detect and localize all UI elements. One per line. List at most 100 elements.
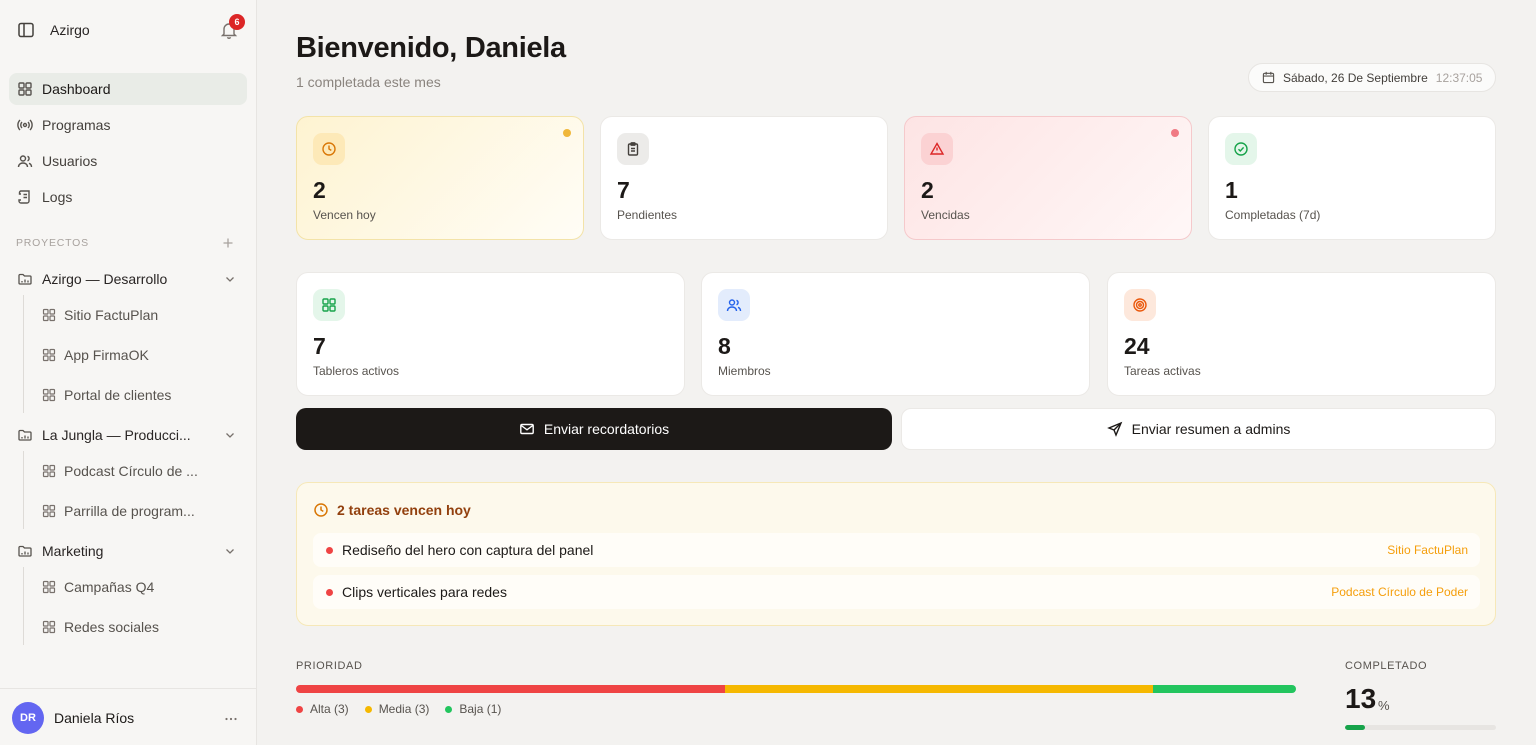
metric-value: 8	[718, 333, 731, 359]
project-item[interactable]: App FirmaOK	[42, 343, 212, 367]
metric-label: Tableros activos	[313, 364, 400, 378]
priority-segment-baja	[1153, 685, 1296, 693]
sidebar-item-logs[interactable]: Logs	[9, 181, 247, 213]
calendar-icon	[1262, 71, 1275, 84]
sidebar-item-label: Programas	[42, 117, 111, 133]
due-today-heading: 2 tareas vencen hoy	[313, 502, 471, 518]
project-group-azirgo[interactable]: Azirgo — Desarrollo	[9, 263, 247, 295]
grid-icon	[17, 81, 33, 97]
stat-label: Vencidas	[921, 208, 970, 222]
date-display: Sábado, 26 De Septiembre 12:37:05	[1248, 63, 1496, 92]
stat-value: 2	[921, 177, 934, 203]
board-icon	[42, 308, 56, 322]
legend-item-alta: Alta (3)	[296, 702, 349, 716]
metric-value: 24	[1124, 333, 1150, 359]
chevron-down-icon[interactable]	[223, 544, 237, 558]
task-project[interactable]: Podcast Círculo de Poder	[1331, 585, 1468, 599]
sidebar-item-programas[interactable]: Programas	[9, 109, 247, 141]
alert-triangle-icon	[921, 133, 953, 165]
project-item[interactable]: Campañas Q4	[42, 575, 212, 599]
sidebar-header: Azirgo 6	[0, 0, 256, 60]
metric-card-members[interactable]: 8 Miembros	[701, 272, 1090, 396]
user-footer[interactable]: DR Daniela Ríos	[0, 688, 256, 745]
priority-bar	[296, 685, 1296, 693]
chevron-down-icon[interactable]	[223, 272, 237, 286]
stat-card-pending[interactable]: 7 Pendientes	[600, 116, 888, 240]
projects-section-label: PROYECTOS	[16, 237, 89, 249]
stat-card-overdue[interactable]: 2 Vencidas	[904, 116, 1192, 240]
project-item-label: Podcast Círculo de ...	[64, 463, 198, 479]
sidebar-item-dashboard[interactable]: Dashboard	[9, 73, 247, 105]
board-icon	[42, 388, 56, 402]
send-reminders-label: Enviar recordatorios	[543, 421, 670, 437]
project-item-label: Portal de clientes	[64, 387, 172, 403]
priority-segment-media	[724, 685, 1154, 693]
task-title: Clips verticales para redes	[342, 584, 507, 600]
project-group-name: Marketing	[42, 543, 104, 559]
project-item[interactable]: Parrilla de program...	[42, 499, 212, 523]
legend-item-media: Media (3)	[364, 702, 430, 716]
due-today-panel: 2 tareas vencen hoy Rediseño del hero co…	[296, 482, 1496, 626]
clock-icon	[313, 133, 345, 165]
sidebar-toggle-icon[interactable]	[16, 20, 36, 40]
metric-label: Tareas activas	[1124, 364, 1201, 378]
board-icon	[42, 620, 56, 634]
task-row[interactable]: Clips verticales para redes Podcast Círc…	[313, 575, 1480, 609]
project-item-label: App FirmaOK	[64, 347, 149, 363]
clock-icon	[313, 502, 329, 518]
page-title: Bienvenido, Daniela	[296, 32, 566, 64]
users-icon	[718, 289, 750, 321]
send-icon	[1106, 421, 1123, 437]
chevron-down-icon[interactable]	[223, 428, 237, 442]
stat-label: Pendientes	[617, 208, 678, 222]
project-item-label: Parrilla de program...	[64, 503, 195, 519]
page-subtitle: 1 completada este mes	[296, 74, 441, 90]
stat-label: Completadas (7d)	[1225, 208, 1321, 222]
metric-card-boards[interactable]: 7 Tableros activos	[296, 272, 685, 396]
stat-value: 2	[313, 177, 326, 203]
priority-label: PRIORIDAD	[296, 660, 363, 672]
stat-value: 1	[1225, 177, 1238, 203]
task-title: Rediseño del hero con captura del panel	[342, 542, 594, 558]
board-icon	[42, 504, 56, 518]
project-item-label: Sitio FactuPlan	[64, 307, 159, 323]
stat-card-due-today[interactable]: 2 Vencen hoy	[296, 116, 584, 240]
project-item[interactable]: Portal de clientes	[42, 383, 212, 407]
send-summary-button[interactable]: Enviar resumen a admins	[901, 408, 1496, 450]
mail-icon	[519, 421, 535, 437]
status-dot	[563, 129, 571, 137]
project-group-marketing[interactable]: Marketing	[9, 535, 247, 567]
brand-name: Azirgo	[50, 22, 90, 38]
plus-icon[interactable]	[221, 236, 235, 250]
completed-progress-fill	[1345, 725, 1365, 730]
avatar[interactable]: DR	[12, 702, 44, 734]
current-time: 12:37:05	[1435, 70, 1483, 85]
more-icon[interactable]	[223, 711, 239, 727]
notification-badge[interactable]: 6	[229, 14, 245, 30]
metric-card-tasks[interactable]: 24 Tareas activas	[1107, 272, 1496, 396]
status-dot	[1171, 129, 1179, 137]
stat-value: 7	[617, 177, 630, 203]
project-group-name: Azirgo — Desarrollo	[42, 271, 168, 287]
send-reminders-button[interactable]: Enviar recordatorios	[296, 408, 892, 450]
completed-progress-track	[1345, 725, 1496, 730]
project-group-la-jungla[interactable]: La Jungla — Producci...	[9, 419, 247, 451]
project-item[interactable]: Redes sociales	[42, 615, 212, 639]
scroll-icon	[17, 189, 33, 205]
tree-line	[23, 295, 24, 413]
task-row[interactable]: Rediseño del hero con captura del panel …	[313, 533, 1480, 567]
project-item[interactable]: Sitio FactuPlan	[42, 303, 212, 327]
check-circle-icon	[1225, 133, 1257, 165]
board-icon	[42, 464, 56, 478]
legend-dot	[296, 705, 303, 713]
target-icon	[1124, 289, 1156, 321]
sidebar-item-usuarios[interactable]: Usuarios	[9, 145, 247, 177]
project-item-label: Campañas Q4	[64, 579, 155, 595]
legend-item-baja: Baja (1)	[445, 702, 501, 716]
project-item[interactable]: Podcast Círculo de ...	[42, 459, 212, 483]
stat-card-completed[interactable]: 1 Completadas (7d)	[1208, 116, 1496, 240]
legend-label: Media (3)	[378, 702, 430, 716]
folder-icon	[17, 427, 33, 443]
task-project[interactable]: Sitio FactuPlan	[1387, 543, 1468, 557]
priority-segment-alta	[296, 685, 725, 693]
